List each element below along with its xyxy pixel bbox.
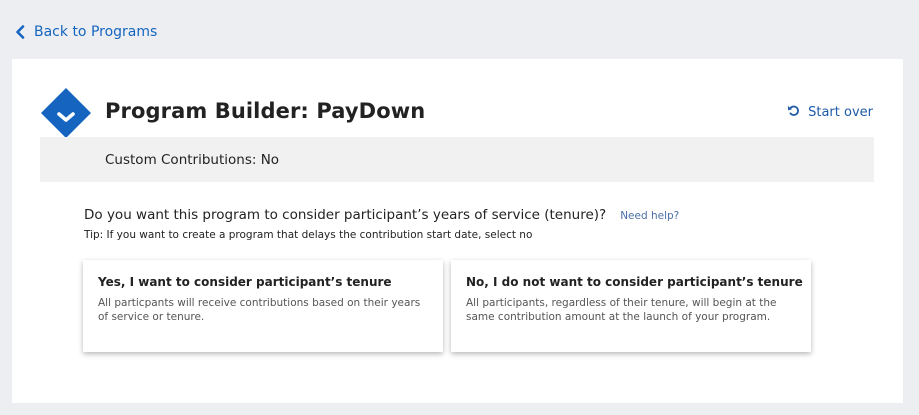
back-link-label: Back to Programs xyxy=(34,24,158,40)
option-title: Yes, I want to consider participant’s te… xyxy=(98,275,392,289)
banner-text: Custom Contributions: No xyxy=(105,152,280,168)
option-card-no-tenure[interactable]: No, I do not want to consider participan… xyxy=(451,260,811,352)
question-text: Do you want this program to consider par… xyxy=(84,207,607,223)
option-title: No, I do not want to consider participan… xyxy=(466,275,803,289)
option-card-yes-tenure[interactable]: Yes, I want to consider participant’s te… xyxy=(83,260,443,352)
tenure-question: Do you want this program to consider par… xyxy=(84,207,679,223)
page-title: Program Builder: PayDown xyxy=(105,99,426,123)
restart-icon xyxy=(787,104,800,121)
program-logo xyxy=(41,88,91,138)
diamond-chevron-logo-icon xyxy=(41,88,91,138)
start-over-button[interactable]: Start over xyxy=(787,104,873,121)
tip-text: Tip: If you want to create a program tha… xyxy=(84,229,533,241)
chevron-left-icon xyxy=(15,25,25,39)
back-to-programs-link[interactable]: Back to Programs xyxy=(15,24,157,40)
option-description: All participants, regardless of their te… xyxy=(466,297,777,323)
start-over-label: Start over xyxy=(808,105,873,120)
option-description: All particpants will receive contributio… xyxy=(98,297,421,323)
need-help-link[interactable]: Need help? xyxy=(620,210,679,222)
program-builder-panel: Program Builder: PayDown Start over Cust… xyxy=(12,59,903,403)
custom-contributions-banner: Custom Contributions: No xyxy=(40,137,874,182)
